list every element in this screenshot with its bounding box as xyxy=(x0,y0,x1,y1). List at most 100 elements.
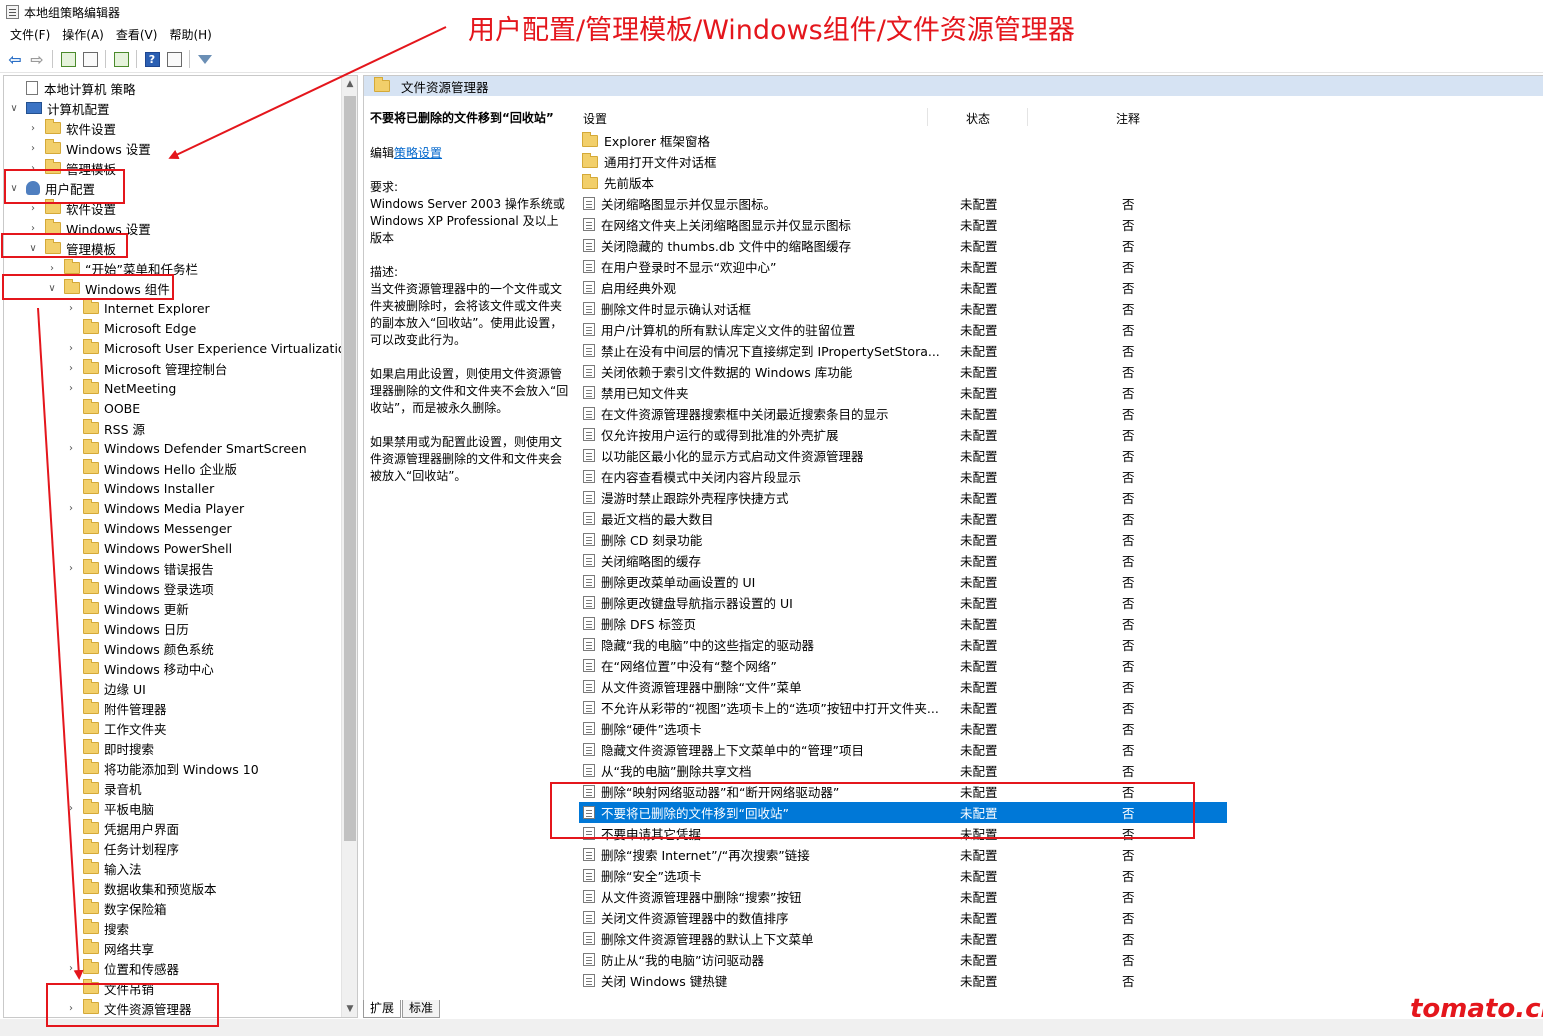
menu-action[interactable]: 操作(A) xyxy=(56,26,110,43)
chevron-right-icon[interactable]: › xyxy=(46,263,58,274)
settings-policy-row[interactable]: 从文件资源管理器中删除“文件”菜单 未配置 否 xyxy=(579,676,1227,697)
menu-view[interactable]: 查看(V) xyxy=(110,26,164,43)
forward-arrow-icon[interactable]: ⇨ xyxy=(26,48,48,70)
settings-policy-row[interactable]: 禁止在没有中间层的情况下直接绑定到 IPropertySetStora... 未配… xyxy=(579,340,1227,361)
tree-item[interactable]: 网络共享 xyxy=(65,938,154,958)
tree-item[interactable]: › Windows 设置 xyxy=(27,138,151,158)
tree-item[interactable]: 数字保险箱 xyxy=(65,898,167,918)
tree-item[interactable]: OOBE xyxy=(65,398,140,418)
up-folder-icon[interactable] xyxy=(57,48,79,70)
settings-policy-row[interactable]: 在网络文件夹上关闭缩略图显示并仅显示图标 未配置 否 xyxy=(579,214,1227,235)
settings-policy-row[interactable]: 用户/计算机的所有默认库定义文件的驻留位置 未配置 否 xyxy=(579,319,1227,340)
policy-settings-link[interactable]: 策略设置 xyxy=(394,146,442,160)
tree-item[interactable]: › 软件设置 xyxy=(27,118,116,138)
tree-item[interactable]: 数据收集和预览版本 xyxy=(65,878,217,898)
settings-policy-row[interactable]: 最近文档的最大数目 未配置 否 xyxy=(579,508,1227,529)
tree-item[interactable]: 凭据用户界面 xyxy=(65,818,179,838)
scroll-down-icon[interactable]: ▼ xyxy=(342,1001,357,1017)
chevron-right-icon[interactable]: › xyxy=(65,383,77,394)
chevron-right-icon[interactable]: › xyxy=(65,963,77,974)
settings-policy-row[interactable]: 以功能区最小化的显示方式启动文件资源管理器 未配置 否 xyxy=(579,445,1227,466)
help-icon[interactable]: ? xyxy=(141,48,163,70)
scroll-up-icon[interactable]: ▲ xyxy=(342,76,357,92)
settings-policy-row[interactable]: 在“网络位置”中没有“整个网络” 未配置 否 xyxy=(579,655,1227,676)
tree-item[interactable]: Windows Messenger xyxy=(65,518,232,538)
settings-policy-row[interactable]: 删除 CD 刻录功能 未配置 否 xyxy=(579,529,1227,550)
back-arrow-icon[interactable]: ⇦ xyxy=(4,48,26,70)
settings-policy-row[interactable]: 关闭依赖于索引文件数据的 Windows 库功能 未配置 否 xyxy=(579,361,1227,382)
menu-help[interactable]: 帮助(H) xyxy=(163,26,217,43)
tree-item[interactable]: Windows 登录选项 xyxy=(65,578,214,598)
settings-folder-row[interactable]: 先前版本 xyxy=(579,172,1227,193)
settings-policy-row[interactable]: 删除更改菜单动画设置的 UI 未配置 否 xyxy=(579,571,1227,592)
tab-extended[interactable]: 扩展 xyxy=(363,1000,402,1018)
settings-policy-row[interactable]: 在用户登录时不显示“欢迎中心” 未配置 否 xyxy=(579,256,1227,277)
tree-item[interactable]: RSS 源 xyxy=(65,418,145,438)
tree-item[interactable]: › Internet Explorer xyxy=(65,298,210,318)
settings-policy-row[interactable]: 删除“搜索 Internet”/“再次搜索”链接 未配置 否 xyxy=(579,844,1227,865)
chevron-right-icon[interactable]: › xyxy=(65,443,77,454)
tree-scrollbar[interactable]: ▲ ▼ xyxy=(341,76,357,1017)
settings-policy-row[interactable]: 删除 DFS 标签页 未配置 否 xyxy=(579,613,1227,634)
settings-policy-row[interactable]: 不允许从彩带的“视图”选项卡上的“选项”按钮中打开文件夹... 未配置 否 xyxy=(579,697,1227,718)
chevron-right-icon[interactable]: › xyxy=(65,563,77,574)
settings-policy-row[interactable]: 在文件资源管理器搜索框中关闭最近搜索条目的显示 未配置 否 xyxy=(579,403,1227,424)
tree-item[interactable]: Windows Hello 企业版 xyxy=(65,458,237,478)
settings-policy-row[interactable]: 关闭缩略图显示并仅显示图标。 未配置 否 xyxy=(579,193,1227,214)
settings-policy-row[interactable]: 禁用已知文件夹 未配置 否 xyxy=(579,382,1227,403)
tree-item[interactable]: 本地计算机 策略 xyxy=(8,78,135,98)
settings-policy-row[interactable]: 关闭隐藏的 thumbs.db 文件中的缩略图缓存 未配置 否 xyxy=(579,235,1227,256)
menu-file[interactable]: 文件(F) xyxy=(4,26,56,43)
tree-item[interactable]: 将功能添加到 Windows 10 xyxy=(65,758,259,778)
tree-item[interactable]: › Microsoft User Experience Virtualizatio… xyxy=(65,338,354,358)
tree-item[interactable]: 附件管理器 xyxy=(65,698,167,718)
tree-item[interactable]: Windows 更新 xyxy=(65,598,189,618)
tree-item[interactable]: ∨ 计算机配置 xyxy=(8,98,109,118)
tree-item[interactable]: 录音机 xyxy=(65,778,142,798)
tree-item[interactable]: › Windows 错误报告 xyxy=(65,558,214,578)
settings-policy-row[interactable]: 删除“硬件”选项卡 未配置 否 xyxy=(579,718,1227,739)
settings-policy-row[interactable]: 从“我的电脑”删除共享文档 未配置 否 xyxy=(579,760,1227,781)
tree-item[interactable]: Windows Installer xyxy=(65,478,214,498)
settings-policy-row[interactable]: 删除“安全”选项卡 未配置 否 xyxy=(579,865,1227,886)
tree-item[interactable]: › Windows Media Player xyxy=(65,498,244,518)
tree-item[interactable]: Windows PowerShell xyxy=(65,538,232,558)
chevron-right-icon[interactable]: › xyxy=(65,503,77,514)
tree-item[interactable]: › Windows Defender SmartScreen xyxy=(65,438,307,458)
tree-item[interactable]: 输入法 xyxy=(65,858,142,878)
settings-folder-row[interactable]: Explorer 框架窗格 xyxy=(579,130,1227,151)
settings-policy-row[interactable]: 漫游时禁止跟踪外壳程序快捷方式 未配置 否 xyxy=(579,487,1227,508)
settings-policy-row[interactable]: 删除文件资源管理器的默认上下文菜单 未配置 否 xyxy=(579,928,1227,949)
settings-folder-row[interactable]: 通用打开文件对话框 xyxy=(579,151,1227,172)
export-list-icon[interactable] xyxy=(110,48,132,70)
settings-policy-row[interactable]: 启用经典外观 未配置 否 xyxy=(579,277,1227,298)
filter-icon[interactable] xyxy=(194,48,216,70)
settings-policy-row[interactable]: 关闭文件资源管理器中的数值排序 未配置 否 xyxy=(579,907,1227,928)
settings-policy-row[interactable]: 关闭缩略图的缓存 未配置 否 xyxy=(579,550,1227,571)
chevron-right-icon[interactable]: › xyxy=(27,143,39,154)
tree-item[interactable]: 边缘 UI xyxy=(65,678,146,698)
chevron-right-icon[interactable]: › xyxy=(65,803,77,814)
column-divider[interactable] xyxy=(1027,108,1028,126)
tree-item[interactable]: › 平板电脑 xyxy=(65,798,154,818)
chevron-right-icon[interactable]: › xyxy=(65,343,77,354)
tree-item[interactable]: Windows 颜色系统 xyxy=(65,638,214,658)
tree-item[interactable]: 工作文件夹 xyxy=(65,718,167,738)
column-note[interactable]: 注释 xyxy=(1116,110,1140,127)
settings-policy-row[interactable]: 从文件资源管理器中删除“搜索”按钮 未配置 否 xyxy=(579,886,1227,907)
tree-item[interactable]: Windows 移动中心 xyxy=(65,658,214,678)
settings-policy-row[interactable]: 删除文件时显示确认对话框 未配置 否 xyxy=(579,298,1227,319)
column-state[interactable]: 状态 xyxy=(966,110,990,127)
chevron-right-icon[interactable]: › xyxy=(27,203,39,214)
tree-item[interactable]: 搜索 xyxy=(65,918,129,938)
tree-item[interactable]: 即时搜索 xyxy=(65,738,154,758)
tree-item[interactable]: Windows 日历 xyxy=(65,618,189,638)
column-setting[interactable]: 设置 xyxy=(583,110,607,127)
settings-policy-row[interactable]: 在内容查看模式中关闭内容片段显示 未配置 否 xyxy=(579,466,1227,487)
settings-policy-row[interactable]: 关闭 Windows 键热键 未配置 否 xyxy=(579,970,1227,991)
settings-policy-row[interactable]: 仅允许按用户运行的或得到批准的外壳扩展 未配置 否 xyxy=(579,424,1227,445)
column-divider[interactable] xyxy=(927,108,928,126)
tree-item[interactable]: › Microsoft 管理控制台 xyxy=(65,358,227,378)
tab-standard[interactable]: 标准 xyxy=(402,1000,441,1018)
tree-item[interactable]: › NetMeeting xyxy=(65,378,176,398)
